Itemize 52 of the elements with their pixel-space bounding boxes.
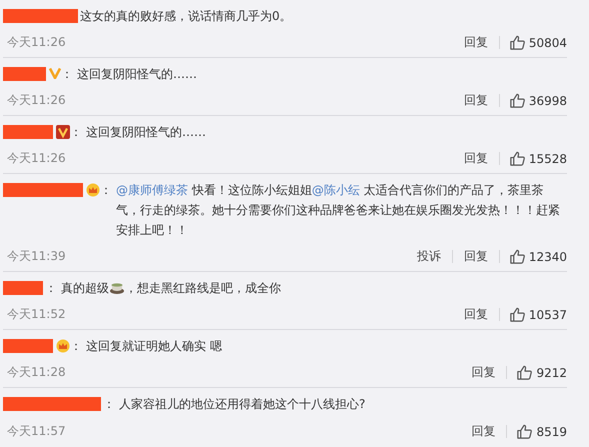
like-button[interactable]: 8519	[516, 423, 567, 440]
colon: ：	[100, 182, 112, 199]
like-button[interactable]: 10537	[508, 306, 567, 323]
like-button[interactable]: 12340	[508, 248, 567, 265]
colon: ：	[61, 66, 73, 83]
thumbs-up-icon	[508, 92, 526, 109]
thumbs-up-icon	[516, 423, 534, 440]
redaction-block	[3, 281, 43, 295]
v-badge-icon	[56, 125, 70, 139]
comment-text: 这回复就证明她人确实 嗯	[86, 338, 223, 355]
comment-time: 今天11:28	[7, 364, 66, 381]
comment-text: 真的超级 ，想走黑红路线是吧，成全你	[61, 278, 282, 297]
action-link[interactable]: 回复	[462, 306, 490, 323]
comment-time: 今天11:26	[7, 92, 66, 109]
colon: ：	[70, 338, 82, 355]
like-button[interactable]: 36998	[508, 92, 567, 109]
comment-text: 这回复阴阳怪气的……	[77, 66, 198, 83]
redaction-block	[3, 339, 53, 353]
action-link[interactable]: 回复	[469, 364, 498, 381]
colon: ：	[103, 396, 115, 413]
thumbs-up-icon	[508, 248, 526, 265]
crown-icon	[86, 183, 100, 197]
redaction-block	[3, 67, 46, 81]
mention-link[interactable]: @陈小纭	[312, 183, 360, 197]
colon: ：	[70, 124, 82, 141]
action-link[interactable]: 回复	[462, 248, 490, 265]
action-link[interactable]: 回复	[462, 34, 490, 51]
comment-text: 这回复阴阳怪气的……	[86, 124, 207, 141]
action-link[interactable]: 投诉	[414, 248, 443, 265]
comment-time: 今天11:26	[7, 34, 66, 51]
comment-text: @康师傅绿茶 快看！这位陈小纭姐姐@陈小纭 太适合代言你们的产品了，茶里茶气，行走的绿茶。她十分需要你们这种品牌爸爸来让她在娱乐圈发光发热！！！赶紧安排上吧！！	[116, 182, 561, 239]
colon: ：	[45, 280, 57, 297]
thumbs-up-icon	[508, 34, 526, 51]
like-button[interactable]: 15528	[508, 150, 567, 167]
thumbs-up-icon	[508, 150, 526, 167]
v-badge-icon	[49, 67, 61, 79]
action-link[interactable]: 回复	[462, 150, 490, 167]
like-button[interactable]: 50804	[508, 34, 567, 51]
comment-text: 这女的真的败好感，说话情商几乎为0。	[80, 8, 293, 25]
action-link[interactable]: 回复	[462, 92, 490, 109]
like-button[interactable]: 9212	[516, 364, 567, 381]
comment-time: 今天11:26	[7, 150, 66, 167]
comment-time: 今天11:52	[7, 306, 66, 323]
comment-time: 今天11:57	[7, 423, 66, 440]
comment-time: 今天11:39	[7, 248, 66, 265]
comment-text: 人家容祖儿的地位还用得着她这个十八线担心?	[119, 396, 366, 413]
action-link[interactable]: 回复	[469, 423, 498, 440]
mention-link[interactable]: @康师傅绿茶	[116, 183, 188, 197]
thumbs-up-icon	[516, 364, 534, 381]
crown-icon	[56, 339, 70, 353]
thumbs-up-icon	[508, 306, 526, 323]
redaction-block	[3, 125, 53, 139]
